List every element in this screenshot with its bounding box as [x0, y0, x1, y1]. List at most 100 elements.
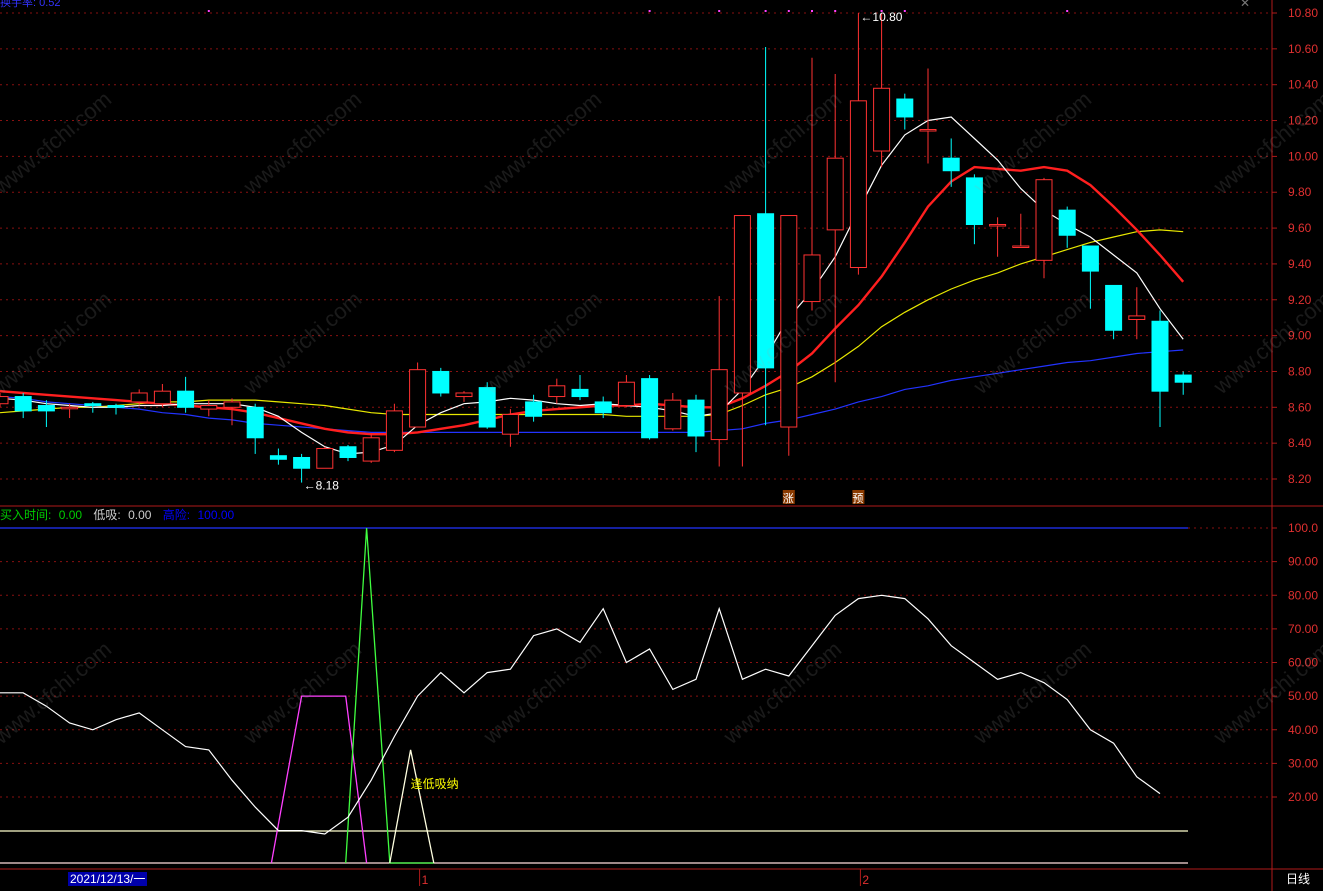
- candle-up: [1128, 315, 1146, 320]
- month-label: 2: [862, 873, 869, 887]
- oscillator-line: [0, 594, 1161, 835]
- price-annotation: ←10.80: [860, 10, 902, 24]
- signal-dot: [834, 10, 837, 12]
- candle-up: [0, 396, 9, 405]
- candle-up: [1035, 179, 1053, 261]
- signal-dot: [764, 10, 767, 12]
- legend-buy-time: 买入时间: 0.00: [0, 508, 83, 522]
- stock-chart[interactable]: 10.80 10.60 10.40 10.20 10.00 9.80 9.60 9.40 9.2…: [0, 0, 1323, 891]
- candle-down: [246, 406, 264, 439]
- candle-up: [200, 405, 218, 410]
- oscillator-tick-label: 20.00: [1288, 790, 1318, 804]
- candle-down: [1058, 209, 1076, 236]
- candle-up: [316, 448, 334, 469]
- candle-up: [617, 381, 635, 407]
- legend-high-risk: 高险: 100.00: [162, 508, 235, 522]
- month-label: 1: [422, 873, 429, 887]
- candle-up: [409, 369, 427, 428]
- price-tick-label: 8.20: [1288, 472, 1312, 486]
- period-selector[interactable]: 日线: [1286, 872, 1310, 886]
- candle-down: [942, 157, 960, 172]
- oscillator-signal-line: [345, 527, 434, 864]
- oscillator-signal-line: [270, 695, 368, 864]
- candle-down: [1151, 320, 1169, 392]
- price-tick-label: 9.60: [1288, 221, 1312, 235]
- candle-down: [965, 177, 983, 225]
- candle-down: [14, 396, 32, 412]
- candle-up: [919, 129, 937, 132]
- candle-down: [432, 370, 450, 394]
- price-tick-label: 10.40: [1288, 78, 1318, 92]
- candle-up: [710, 369, 728, 441]
- signal-dot: [787, 10, 790, 12]
- candle-down: [757, 213, 775, 369]
- signal-dot: [718, 10, 721, 12]
- candle-up: [780, 215, 798, 428]
- oscillator-tick-label: 30.00: [1288, 756, 1318, 770]
- signal-dot: [903, 10, 906, 12]
- oscillator-tick-label: 90.00: [1288, 555, 1318, 569]
- candle-down: [177, 390, 195, 408]
- candle-up: [61, 406, 79, 410]
- event-marker-label: 预: [852, 492, 863, 505]
- candle-down: [293, 456, 311, 469]
- ma30-line: [0, 229, 1184, 417]
- candle-down: [478, 387, 496, 428]
- candle-down: [107, 405, 125, 408]
- oscillator-tick-label: 100.0: [1288, 521, 1318, 535]
- signal-dot: [648, 10, 651, 12]
- candle-up: [153, 390, 171, 405]
- candle-up: [803, 254, 821, 303]
- price-tick-label: 9.00: [1288, 329, 1312, 343]
- signal-dot: [811, 10, 813, 12]
- signal-dot: [880, 10, 883, 12]
- date-cursor-label: 2021/12/13/一: [68, 872, 148, 886]
- oscillator-signal-label: 逢低吸纳: [411, 777, 459, 791]
- oscillator-tick-label: 60.00: [1288, 656, 1318, 670]
- candle-down: [896, 98, 914, 118]
- legend-low-absorb: 低吸: 0.00: [93, 508, 152, 522]
- candle-up: [1012, 245, 1030, 248]
- oscillator-tick-label: 70.00: [1288, 622, 1318, 636]
- price-tick-label: 9.20: [1288, 293, 1312, 307]
- candle-up: [548, 385, 566, 398]
- candle-down: [594, 401, 612, 414]
- price-tick-label: 8.40: [1288, 436, 1312, 450]
- event-marker-label: 涨: [783, 492, 794, 505]
- candle-up: [455, 392, 473, 398]
- price-tick-label: 10.60: [1288, 42, 1318, 56]
- price-tick-label: 8.60: [1288, 400, 1312, 414]
- signal-dot: [207, 10, 210, 12]
- price-annotation: ←8.18: [304, 479, 340, 493]
- price-tick-label: 10.20: [1288, 114, 1318, 128]
- candle-down: [269, 455, 287, 460]
- candle-up: [873, 87, 891, 152]
- candle-down: [571, 388, 589, 398]
- oscillator-tick-label: 50.00: [1288, 689, 1318, 703]
- price-tick-label: 9.40: [1288, 257, 1312, 271]
- candle-up: [849, 100, 867, 269]
- candle-down: [1105, 284, 1123, 331]
- candle-down: [339, 446, 357, 458]
- price-tick-label: 9.80: [1288, 185, 1312, 199]
- oscillator-tick-label: 40.00: [1288, 723, 1318, 737]
- price-tick-label: 10.80: [1288, 6, 1318, 20]
- price-tick-label: 10.00: [1288, 149, 1318, 163]
- candle-down: [1174, 374, 1192, 383]
- candle-up: [733, 215, 751, 394]
- signal-dot: [1066, 10, 1069, 12]
- candle-up: [501, 413, 519, 435]
- candle-up: [223, 401, 241, 408]
- candle-up: [664, 399, 682, 430]
- candle-up: [385, 410, 403, 451]
- price-tick-label: 8.80: [1288, 364, 1312, 378]
- candle-up: [989, 223, 1007, 227]
- oscillator-tick-label: 80.00: [1288, 588, 1318, 602]
- candle-down: [687, 399, 705, 437]
- oscillator-signal-line: [389, 749, 435, 864]
- indicator-legend: 买入时间: 0.00 低吸: 0.00 高险: 100.00: [0, 508, 242, 522]
- candle-up: [130, 392, 148, 403]
- candle-down: [525, 401, 543, 417]
- candle-down: [1081, 245, 1099, 272]
- candle-down: [37, 405, 55, 412]
